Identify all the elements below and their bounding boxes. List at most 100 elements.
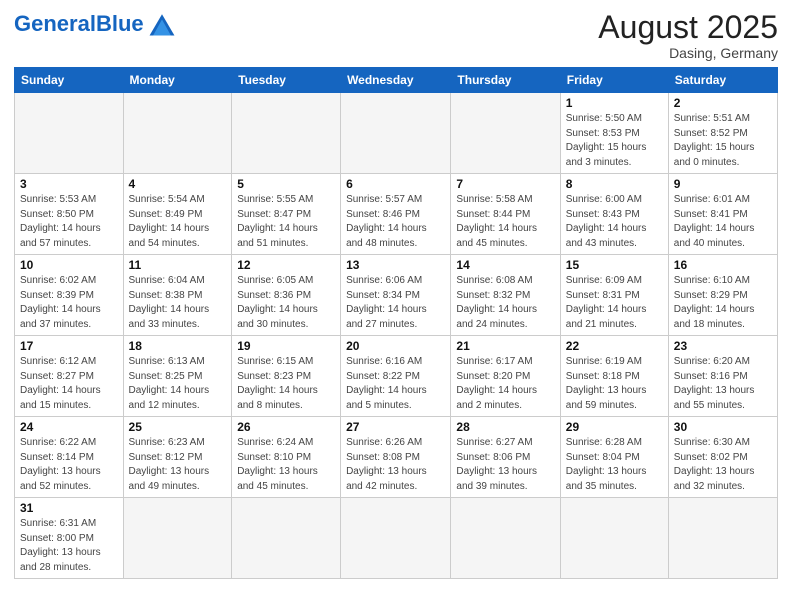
calendar-cell: 16 Sunrise: 6:10 AM Sunset: 8:29 PM Dayli… [668, 255, 777, 336]
day-info: Sunrise: 6:15 AM Sunset: 8:23 PM Dayligh… [237, 355, 335, 413]
calendar-cell [341, 93, 451, 174]
weekday-header-row: SundayMondayTuesdayWednesdayThursdayFrid… [15, 68, 778, 93]
calendar-table: SundayMondayTuesdayWednesdayThursdayFrid… [14, 67, 778, 579]
calendar-week-row: 17Sunrise: 6:12 AM Sunset: 8:27 PM Dayli… [15, 336, 778, 417]
day-info: Sunrise: 5:55 AM Sunset: 8:47 PM Dayligh… [237, 193, 335, 251]
calendar-cell: 11Sunrise: 6:04 AM Sunset: 8:38 PM Dayli… [123, 255, 232, 336]
calendar-cell: 14 Sunrise: 6:08 AM Sunset: 8:32 PM Dayli… [451, 255, 560, 336]
calendar-cell: 5 Sunrise: 5:55 AM Sunset: 8:47 PM Daylig… [232, 174, 341, 255]
calendar-cell: 26 Sunrise: 6:24 AM Sunset: 8:10 PM Dayli… [232, 417, 341, 498]
day-info: Sunrise: 6:27 AM Sunset: 8:06 PM Dayligh… [456, 436, 554, 494]
calendar-cell [451, 498, 560, 579]
day-number: 8 [566, 177, 663, 191]
day-number: 15 [566, 258, 663, 272]
day-number: 26 [237, 420, 335, 434]
day-info: Sunrise: 6:20 AM Sunset: 8:16 PM Dayligh… [674, 355, 772, 413]
calendar-cell [451, 93, 560, 174]
day-info: Sunrise: 5:58 AM Sunset: 8:44 PM Dayligh… [456, 193, 554, 251]
day-info: Sunrise: 6:31 AM Sunset: 8:00 PM Dayligh… [20, 517, 118, 575]
calendar-week-row: 31 Sunrise: 6:31 AM Sunset: 8:00 PM Dayli… [15, 498, 778, 579]
day-number: 6 [346, 177, 445, 191]
day-number: 21 [456, 339, 554, 353]
weekday-header: Wednesday [341, 68, 451, 93]
calendar-cell [123, 93, 232, 174]
calendar-cell: 7Sunrise: 5:58 AM Sunset: 8:44 PM Daylig… [451, 174, 560, 255]
day-number: 4 [129, 177, 227, 191]
calendar-cell [15, 93, 124, 174]
day-number: 3 [20, 177, 118, 191]
calendar-cell [232, 498, 341, 579]
day-info: Sunrise: 5:50 AM Sunset: 8:53 PM Dayligh… [566, 112, 663, 170]
day-info: Sunrise: 6:02 AM Sunset: 8:39 PM Dayligh… [20, 274, 118, 332]
header: GeneralBlue August 2025 Dasing, Germany [14, 10, 778, 61]
day-number: 12 [237, 258, 335, 272]
logo-blue: Blue [96, 11, 144, 36]
calendar-cell [123, 498, 232, 579]
day-number: 29 [566, 420, 663, 434]
day-info: Sunrise: 6:06 AM Sunset: 8:34 PM Dayligh… [346, 274, 445, 332]
day-info: Sunrise: 6:28 AM Sunset: 8:04 PM Dayligh… [566, 436, 663, 494]
day-number: 23 [674, 339, 772, 353]
calendar-cell: 22Sunrise: 6:19 AM Sunset: 8:18 PM Dayli… [560, 336, 668, 417]
day-info: Sunrise: 6:01 AM Sunset: 8:41 PM Dayligh… [674, 193, 772, 251]
calendar-cell [232, 93, 341, 174]
weekday-header: Friday [560, 68, 668, 93]
calendar-week-row: 24 Sunrise: 6:22 AM Sunset: 8:14 PM Dayli… [15, 417, 778, 498]
day-number: 14 [456, 258, 554, 272]
day-info: Sunrise: 6:22 AM Sunset: 8:14 PM Dayligh… [20, 436, 118, 494]
day-info: Sunrise: 6:08 AM Sunset: 8:32 PM Dayligh… [456, 274, 554, 332]
day-number: 19 [237, 339, 335, 353]
day-number: 11 [129, 258, 227, 272]
day-info: Sunrise: 6:05 AM Sunset: 8:36 PM Dayligh… [237, 274, 335, 332]
day-info: Sunrise: 6:12 AM Sunset: 8:27 PM Dayligh… [20, 355, 118, 413]
calendar-cell [560, 498, 668, 579]
day-info: Sunrise: 6:23 AM Sunset: 8:12 PM Dayligh… [129, 436, 227, 494]
page: GeneralBlue August 2025 Dasing, Germany … [0, 0, 792, 612]
logo-text: GeneralBlue [14, 13, 144, 35]
calendar-cell: 9 Sunrise: 6:01 AM Sunset: 8:41 PM Daylig… [668, 174, 777, 255]
day-info: Sunrise: 6:19 AM Sunset: 8:18 PM Dayligh… [566, 355, 663, 413]
calendar-cell: 1 Sunrise: 5:50 AM Sunset: 8:53 PM Daylig… [560, 93, 668, 174]
day-number: 18 [129, 339, 227, 353]
day-number: 5 [237, 177, 335, 191]
calendar-cell: 19 Sunrise: 6:15 AM Sunset: 8:23 PM Dayli… [232, 336, 341, 417]
calendar-cell: 31 Sunrise: 6:31 AM Sunset: 8:00 PM Dayli… [15, 498, 124, 579]
day-number: 13 [346, 258, 445, 272]
day-info: Sunrise: 6:24 AM Sunset: 8:10 PM Dayligh… [237, 436, 335, 494]
calendar-cell: 28 Sunrise: 6:27 AM Sunset: 8:06 PM Dayli… [451, 417, 560, 498]
day-number: 31 [20, 501, 118, 515]
day-info: Sunrise: 6:09 AM Sunset: 8:31 PM Dayligh… [566, 274, 663, 332]
day-number: 1 [566, 96, 663, 110]
calendar-cell: 27 Sunrise: 6:26 AM Sunset: 8:08 PM Dayli… [341, 417, 451, 498]
day-info: Sunrise: 6:10 AM Sunset: 8:29 PM Dayligh… [674, 274, 772, 332]
day-info: Sunrise: 5:51 AM Sunset: 8:52 PM Dayligh… [674, 112, 772, 170]
calendar-cell: 8Sunrise: 6:00 AM Sunset: 8:43 PM Daylig… [560, 174, 668, 255]
day-info: Sunrise: 6:17 AM Sunset: 8:20 PM Dayligh… [456, 355, 554, 413]
calendar-week-row: 10Sunrise: 6:02 AM Sunset: 8:39 PM Dayli… [15, 255, 778, 336]
day-number: 28 [456, 420, 554, 434]
weekday-header: Sunday [15, 68, 124, 93]
day-info: Sunrise: 5:57 AM Sunset: 8:46 PM Dayligh… [346, 193, 445, 251]
day-number: 30 [674, 420, 772, 434]
calendar-cell: 15 Sunrise: 6:09 AM Sunset: 8:31 PM Dayli… [560, 255, 668, 336]
calendar-subtitle: Dasing, Germany [598, 45, 778, 61]
day-number: 2 [674, 96, 772, 110]
logo-general: General [14, 11, 96, 36]
day-number: 9 [674, 177, 772, 191]
calendar-cell: 30 Sunrise: 6:30 AM Sunset: 8:02 PM Dayli… [668, 417, 777, 498]
calendar-cell: 29 Sunrise: 6:28 AM Sunset: 8:04 PM Dayli… [560, 417, 668, 498]
calendar-cell: 2 Sunrise: 5:51 AM Sunset: 8:52 PM Daylig… [668, 93, 777, 174]
day-info: Sunrise: 6:16 AM Sunset: 8:22 PM Dayligh… [346, 355, 445, 413]
calendar-week-row: 1 Sunrise: 5:50 AM Sunset: 8:53 PM Daylig… [15, 93, 778, 174]
day-number: 24 [20, 420, 118, 434]
day-info: Sunrise: 6:26 AM Sunset: 8:08 PM Dayligh… [346, 436, 445, 494]
calendar-cell: 25Sunrise: 6:23 AM Sunset: 8:12 PM Dayli… [123, 417, 232, 498]
logo: GeneralBlue [14, 10, 178, 38]
day-number: 27 [346, 420, 445, 434]
day-number: 16 [674, 258, 772, 272]
calendar-cell: 3Sunrise: 5:53 AM Sunset: 8:50 PM Daylig… [15, 174, 124, 255]
logo-icon [146, 10, 178, 38]
calendar-cell: 20Sunrise: 6:16 AM Sunset: 8:22 PM Dayli… [341, 336, 451, 417]
day-info: Sunrise: 6:30 AM Sunset: 8:02 PM Dayligh… [674, 436, 772, 494]
weekday-header: Saturday [668, 68, 777, 93]
